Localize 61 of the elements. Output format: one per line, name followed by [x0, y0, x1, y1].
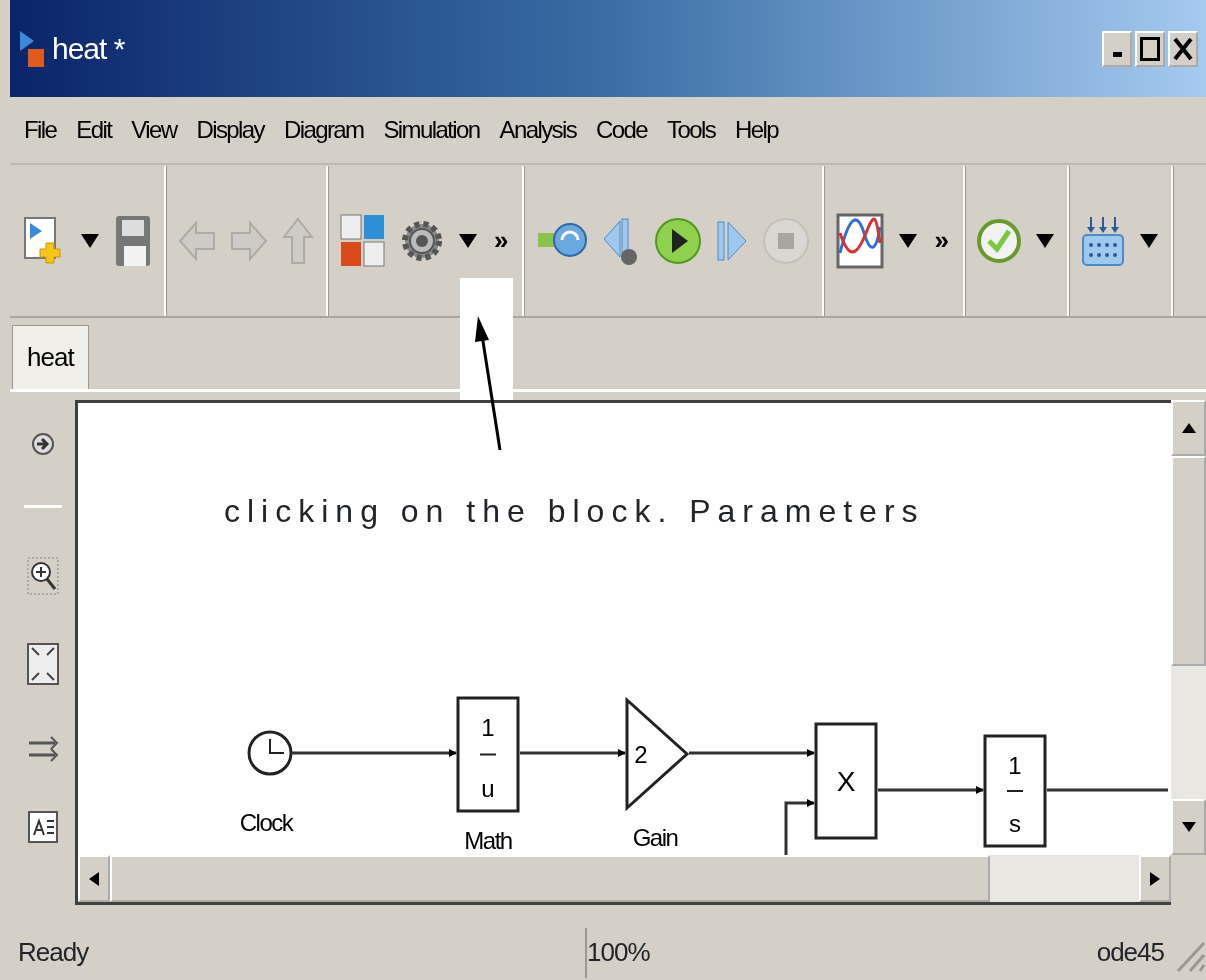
- clock-block[interactable]: [247, 730, 293, 776]
- signal-line: [784, 799, 815, 855]
- caret-icon: [1034, 232, 1055, 249]
- menu-item[interactable]: Analysis: [489, 112, 587, 148]
- overflow-button[interactable]: »: [490, 221, 513, 260]
- annotation-icon[interactable]: [27, 811, 58, 843]
- menu-item[interactable]: Help: [725, 112, 789, 148]
- overflow-button[interactable]: »: [930, 221, 953, 260]
- library-button[interactable]: [338, 211, 388, 270]
- caret-icon: [1138, 232, 1159, 249]
- right-arrow-icon: [1149, 870, 1161, 887]
- scroll-right-button[interactable]: [1139, 855, 1171, 902]
- menu-item[interactable]: Diagram: [273, 112, 374, 148]
- menu-item[interactable]: Display: [186, 112, 274, 148]
- product-block[interactable]: X: [814, 722, 878, 840]
- scroll-left-button[interactable]: [78, 855, 110, 902]
- menu-item[interactable]: File: [14, 112, 67, 148]
- zoom-in-icon[interactable]: [26, 557, 59, 595]
- model-tab[interactable]: heat: [12, 325, 89, 389]
- keypad-icon: [1080, 214, 1125, 267]
- integrator-block[interactable]: 1 s: [983, 734, 1047, 848]
- block-label: Gain: [632, 824, 678, 851]
- menu-item[interactable]: Edit: [66, 112, 122, 148]
- fit-view-icon[interactable]: [26, 643, 59, 685]
- scroll-down-button[interactable]: [1171, 799, 1206, 855]
- zoom-level: 100%: [587, 936, 650, 969]
- arrows-icon[interactable]: [26, 733, 59, 763]
- app-logo-icon: [18, 28, 46, 69]
- window-title: heat *: [52, 31, 125, 67]
- navigate-icon[interactable]: [30, 432, 55, 456]
- menu-item[interactable]: View: [121, 112, 187, 148]
- up-arrow-icon: [1180, 422, 1197, 434]
- scope-icon: [836, 212, 885, 269]
- caret-icon: [80, 232, 100, 249]
- gain-block[interactable]: 2: [625, 696, 690, 812]
- minimize-button[interactable]: [1102, 30, 1132, 67]
- save-icon: [114, 213, 152, 268]
- menu-item[interactable]: Simulation: [373, 112, 490, 148]
- caret-icon: [458, 232, 478, 249]
- scroll-thumb[interactable]: [1171, 456, 1206, 666]
- left-arrow-icon: [88, 870, 100, 887]
- status-text: Ready: [17, 936, 90, 969]
- library-icon: [340, 213, 386, 268]
- divider-line-icon: [23, 504, 62, 509]
- block-label: Math: [464, 827, 512, 854]
- maximize-button[interactable]: [1135, 30, 1165, 67]
- maximize-icon: [1140, 36, 1160, 61]
- scroll-up-button[interactable]: [1171, 400, 1206, 456]
- solver-name: ode45: [1096, 936, 1165, 969]
- close-icon: [1173, 36, 1193, 61]
- math-block[interactable]: 1 u: [456, 696, 520, 813]
- up-arrow-icon: [282, 216, 314, 265]
- scroll-thumb[interactable]: [110, 855, 990, 902]
- menu-item[interactable]: Tools: [657, 112, 726, 148]
- annotation-text: clicking on the block. Parameters: [224, 492, 925, 531]
- menu-item[interactable]: Code: [586, 112, 658, 148]
- minimize-icon: [1112, 51, 1122, 57]
- caret-icon: [898, 232, 919, 249]
- block-label: Clock: [239, 809, 293, 836]
- close-button[interactable]: [1168, 30, 1198, 67]
- down-arrow-icon: [1180, 821, 1197, 833]
